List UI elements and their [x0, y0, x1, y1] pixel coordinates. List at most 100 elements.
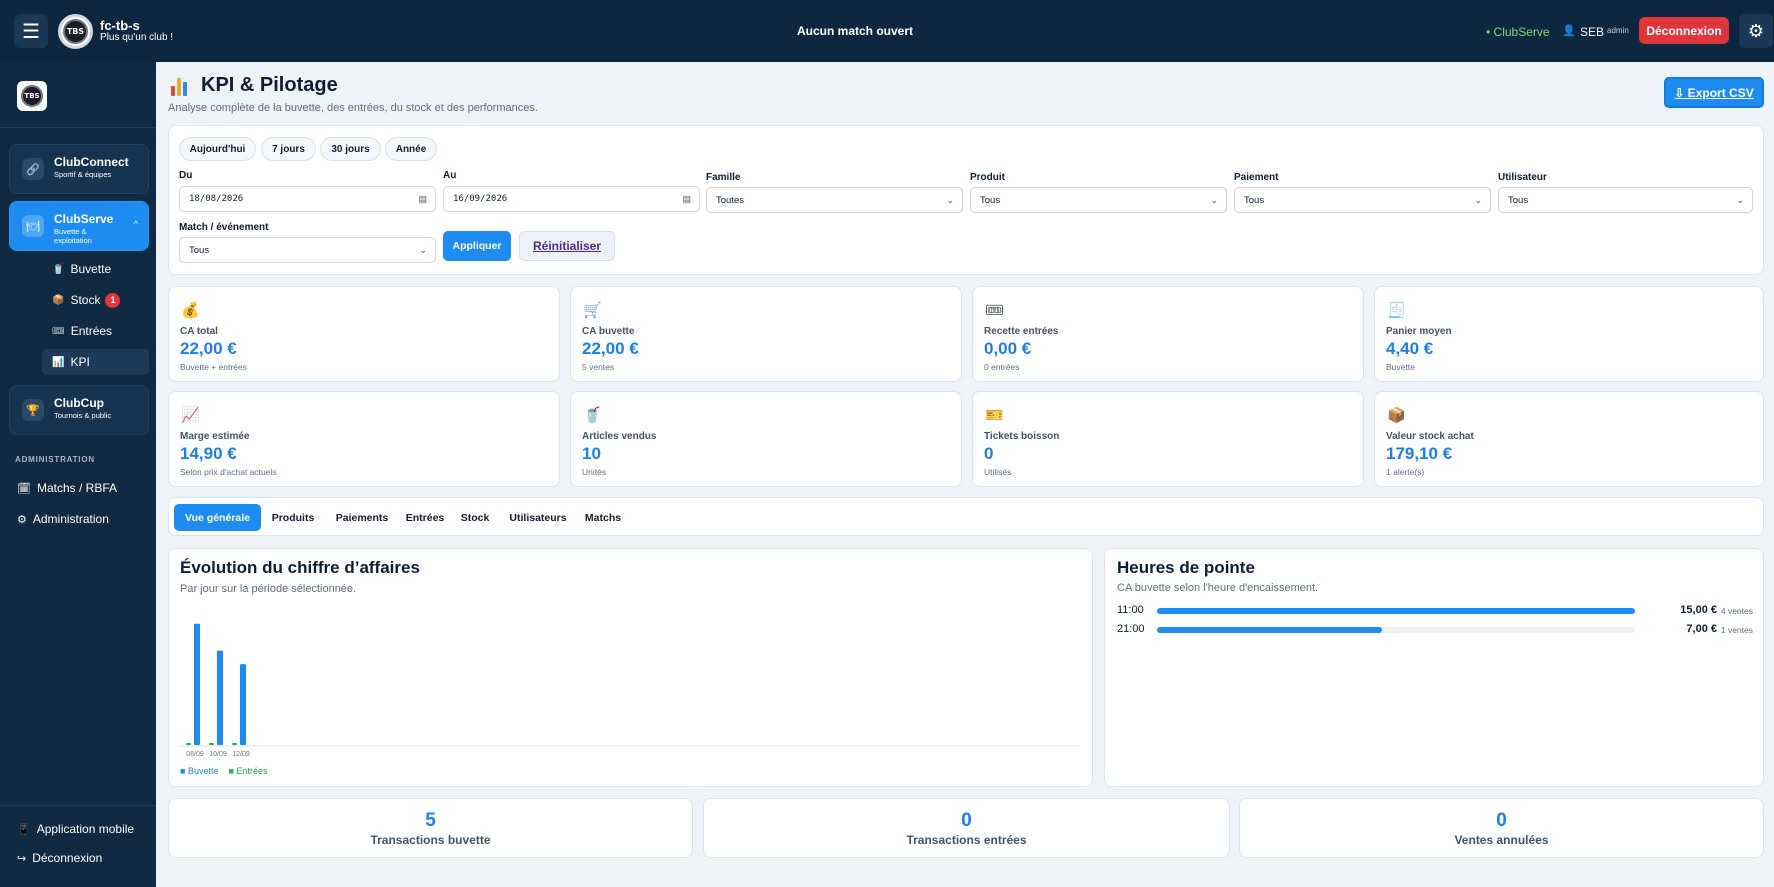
sidebar-group-clubserve[interactable]: 🍽 ClubServe Buvette & exploitation ^ — [9, 201, 149, 251]
preset-30-days[interactable]: 30 jours — [320, 137, 381, 161]
bar-entrees — [232, 743, 237, 745]
hour-label: 11:00 — [1117, 604, 1144, 616]
hour-value: 7,00 € — [1686, 623, 1717, 635]
divider — [0, 127, 156, 128]
kpi-subtext: Buvette + entrées — [180, 362, 247, 372]
produit-select[interactable]: Tous ⌄ — [970, 187, 1227, 213]
bar-buvette — [217, 650, 223, 745]
du-label: Du — [179, 170, 193, 181]
utilisateur-label: Utilisateur — [1498, 172, 1547, 183]
legend-label: Buvette — [187, 766, 219, 776]
sidebar-item-label: KPI — [70, 355, 90, 369]
group-subtitle: Tournois & public — [54, 411, 112, 420]
box-icon: 📦 — [52, 294, 65, 306]
reset-button[interactable]: Réinitialiser — [519, 231, 615, 261]
bar-chart-icon — [171, 76, 191, 96]
preset-7-days[interactable]: 7 jours — [261, 137, 316, 161]
kpi-subtext: Selon prix d'achat actuels — [180, 467, 277, 477]
kpi-card: 🧾 Panier moyen 4,40 € Buvette — [1374, 286, 1764, 382]
sidebar-item-stock[interactable]: 📦 Stock 1 — [42, 287, 149, 313]
revenue-chart: 08/09 10/09 12/09 — [180, 623, 1080, 758]
au-label: Au — [443, 170, 457, 181]
top-bar: ☰ TBS fc-tb-s Plus qu'un club ! Aucun ma… — [0, 0, 1774, 62]
sidebar-item-entrees[interactable]: 🎟 Entrées — [42, 318, 149, 344]
tab-vue-generale[interactable]: Vue générale — [174, 504, 261, 531]
kpi-label: Tickets boisson — [984, 431, 1060, 442]
kpi-value: 22,00 € — [582, 339, 639, 358]
bar-entrees — [186, 743, 191, 745]
x-tick-label: 12/09 — [232, 751, 250, 758]
sidebar-item-label: Buvette — [70, 262, 112, 276]
phone-icon: 📱 — [17, 823, 31, 836]
kpi-card: 🛒 CA buvette 22,00 € 5 ventes — [570, 286, 962, 382]
tab-stock[interactable]: Stock — [453, 504, 497, 531]
sidebar-group-clubconnect[interactable]: 🔗 ClubConnect Sportif & équipes — [9, 144, 149, 194]
drink-icon: 🥤 — [52, 263, 65, 275]
settings-gear-icon[interactable]: ⚙ — [1739, 14, 1773, 48]
x-tick-label: 10/09 — [209, 751, 227, 758]
kpi-label: Valeur stock achat — [1386, 431, 1474, 442]
sidebar-item-buvette[interactable]: 🥤 Buvette — [42, 256, 149, 282]
date-to-value: 16/09/2026 — [453, 194, 508, 204]
hour-count: 1 ventes — [1720, 625, 1753, 635]
sidebar-item-mobile-app[interactable]: 📱 Application mobile — [17, 822, 134, 836]
paiement-select[interactable]: Tous ⌄ — [1234, 187, 1491, 213]
calendar-icon: ▤ — [682, 193, 691, 204]
page-subtitle: Analyse complète de la buvette, des entr… — [168, 102, 538, 114]
group-subtitle: Buvette & exploitation — [54, 227, 92, 245]
sidebar-item-matchs-rbfa[interactable]: 🗓 Matchs / RBFA — [17, 481, 117, 495]
tab-utilisateurs[interactable]: Utilisateurs — [502, 504, 574, 531]
preset-today[interactable]: Aujourd'hui — [179, 137, 256, 161]
logout-icon: ↪ — [17, 852, 27, 865]
sidebar-item-label: Matchs / RBFA — [36, 481, 117, 495]
user-icon: 👤 — [1562, 25, 1576, 37]
kpi-card: 💰 CA total 22,00 € Buvette + entrées — [168, 286, 560, 382]
date-from-input[interactable]: 18/08/2026 ▤ — [179, 186, 436, 212]
chevron-down-icon: ⌄ — [1474, 194, 1482, 205]
hour-value: 15,00 € — [1680, 604, 1717, 616]
sidebar-item-label: Application mobile — [36, 822, 135, 836]
x-tick-label: 08/09 — [186, 751, 204, 758]
export-csv-button[interactable]: ⇩ Export CSV — [1664, 77, 1764, 108]
tab-produits[interactable]: Produits — [265, 504, 321, 531]
peak-hour-row: 21:00 7,00 € 1 ventes — [1117, 623, 1757, 637]
serve-icon: 🍽 — [22, 215, 44, 237]
sidebar-item-kpi[interactable]: 📊 KPI — [42, 349, 149, 375]
match-value: Tous — [189, 244, 210, 256]
revenue-card-title: Évolution du chiffre d’affaires — [180, 558, 420, 577]
match-select[interactable]: Tous ⌄ — [179, 237, 436, 263]
chart-legend: ■ Buvette ■ Entrées — [180, 766, 267, 776]
tab-matchs[interactable]: Matchs — [578, 504, 628, 531]
sidebar-item-administration[interactable]: ⚙ Administration — [17, 512, 109, 526]
stat-value: 5 — [425, 810, 436, 831]
chevron-up-icon: ^ — [133, 219, 138, 229]
kpi-subtext: Utilisés — [984, 467, 1012, 477]
hour-bar-track — [1157, 627, 1635, 633]
date-to-input[interactable]: 16/09/2026 ▤ — [443, 186, 700, 212]
chevron-down-icon: ⌄ — [1210, 194, 1218, 205]
ticket-icon: 🎟 — [985, 302, 1005, 319]
sidebar: TBS 🔗 ClubConnect Sportif & équipes 🍽 Cl… — [0, 62, 156, 887]
stock-alert-badge: 1 — [105, 292, 121, 308]
paiement-label: Paiement — [1234, 172, 1279, 183]
sidebar-logo[interactable]: TBS — [17, 81, 47, 111]
preset-year[interactable]: Année — [385, 137, 437, 161]
utilisateur-select[interactable]: Tous ⌄ — [1498, 187, 1753, 213]
link-icon: 🔗 — [22, 158, 44, 180]
tab-paiements[interactable]: Paiements — [329, 504, 395, 531]
tab-entrees[interactable]: Entrées — [400, 504, 450, 531]
kpi-label: CA buvette — [582, 326, 635, 337]
match-label: Match / événement — [179, 222, 269, 233]
legend-item-buvette: ■ Buvette — [180, 766, 219, 776]
kpi-subtext: 5 ventes — [582, 362, 615, 372]
gear-icon: ⚙ — [17, 513, 27, 526]
sidebar-item-logout[interactable]: ↪ Déconnexion — [17, 851, 102, 865]
famille-select[interactable]: Toutes ⌄ — [706, 187, 963, 213]
logout-button[interactable]: Déconnexion — [1639, 17, 1729, 44]
apply-button[interactable]: Appliquer — [443, 231, 511, 261]
sidebar-group-clubcup[interactable]: 🏆 ClubCup Tournois & public — [9, 385, 149, 435]
cup-icon: 🥤 — [583, 407, 602, 424]
hour-count: 4 ventes — [1720, 606, 1753, 616]
hour-label: 21:00 — [1117, 623, 1145, 635]
user-name: SEB — [1580, 25, 1605, 39]
